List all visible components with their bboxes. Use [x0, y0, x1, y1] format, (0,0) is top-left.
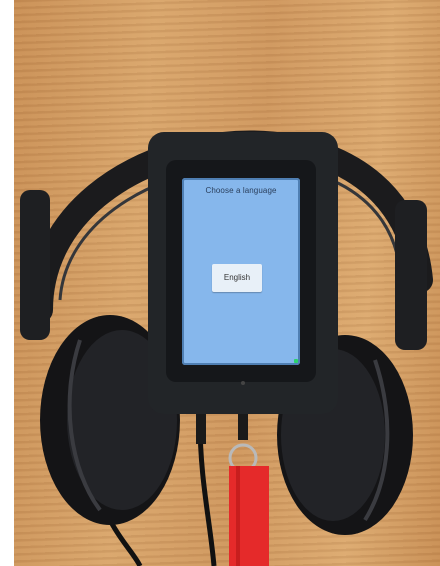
right-headphone-arm: [395, 200, 427, 350]
headphone-cable-left: [107, 518, 143, 566]
left-headphone-arm: [20, 190, 50, 340]
photo-scene: Choose a language English: [0, 0, 440, 566]
audio-jack-right: [238, 414, 248, 440]
device-screen: Choose a language English: [182, 178, 300, 365]
device-sensor: [241, 381, 245, 385]
red-strap: [229, 466, 269, 566]
audio-jack-left: [196, 414, 206, 444]
screen-title: Choose a language: [205, 186, 277, 195]
english-language-button[interactable]: English: [212, 264, 262, 292]
status-indicator: [294, 359, 298, 363]
